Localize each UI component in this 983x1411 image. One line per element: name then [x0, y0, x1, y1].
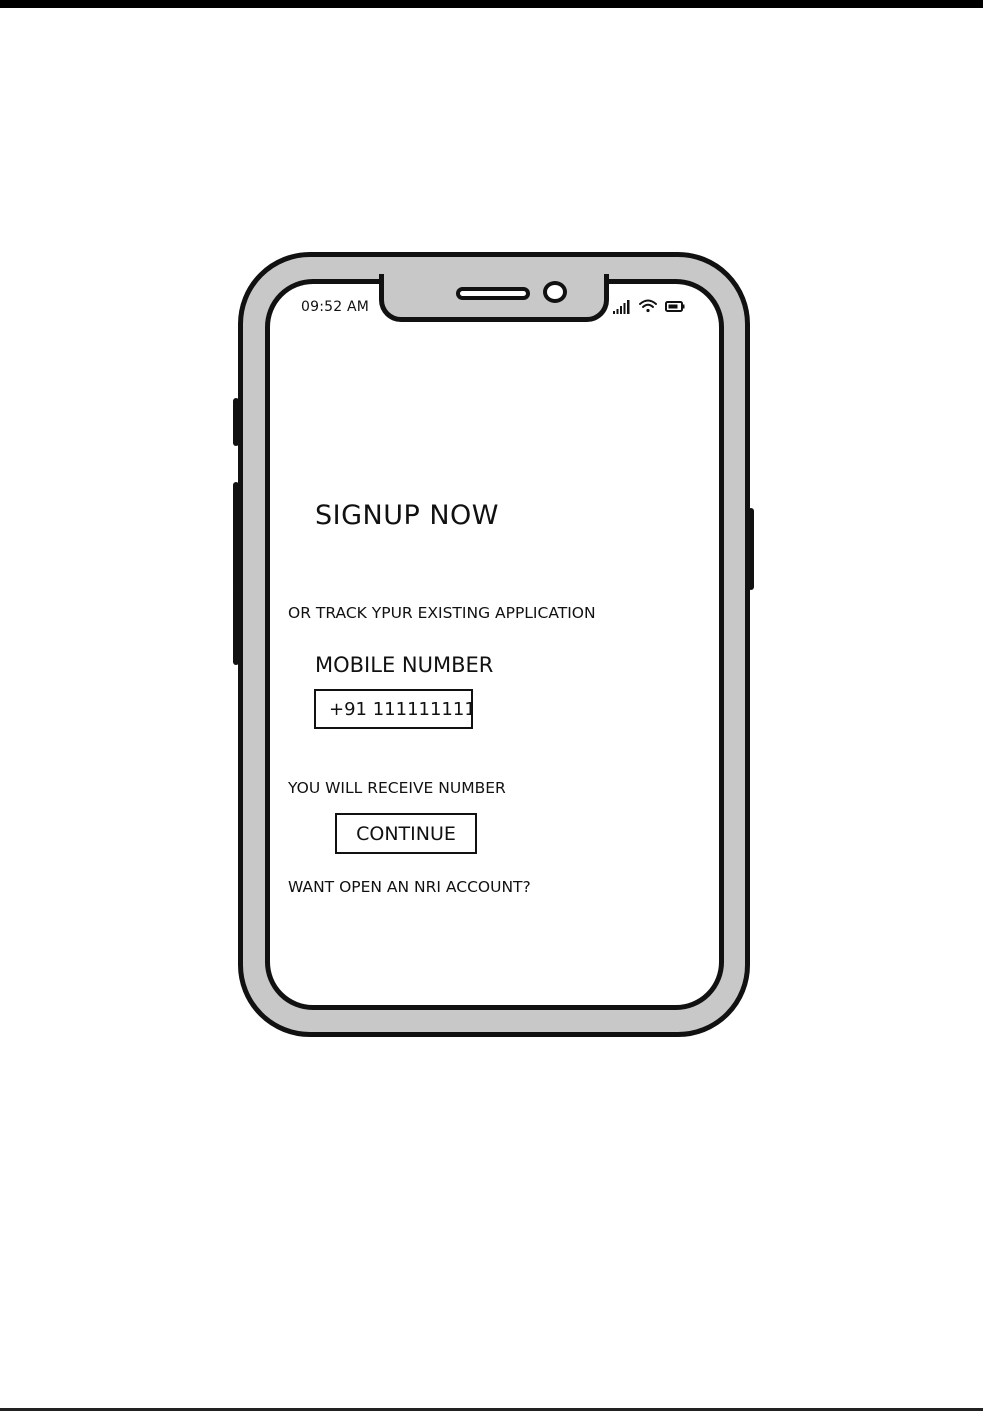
track-application-link[interactable]: OR TRACK YPUR EXISTING APPLICATION [288, 604, 596, 622]
page-title: SIGNUP NOW [315, 500, 499, 531]
battery-icon [665, 301, 685, 312]
speaker-icon [456, 287, 530, 300]
camera-icon [543, 281, 567, 303]
wifi-icon [639, 299, 657, 313]
mobile-number-label: MOBILE NUMBER [315, 653, 494, 677]
receive-note: YOU WILL RECEIVE NUMBER [288, 779, 506, 797]
page: 09:52 AM SIGNUP NOW OR TRACK YPUR EXISTI… [0, 0, 983, 1411]
status-icons [613, 299, 685, 314]
top-border [0, 0, 983, 8]
status-time: 09:52 AM [301, 299, 370, 315]
signal-icon [613, 300, 630, 314]
continue-button[interactable]: CONTINUE [335, 813, 477, 854]
nri-account-link[interactable]: WANT OPEN AN NRI ACCOUNT? [288, 878, 531, 896]
mobile-number-input[interactable] [314, 689, 473, 729]
phone-screen [265, 279, 724, 1010]
